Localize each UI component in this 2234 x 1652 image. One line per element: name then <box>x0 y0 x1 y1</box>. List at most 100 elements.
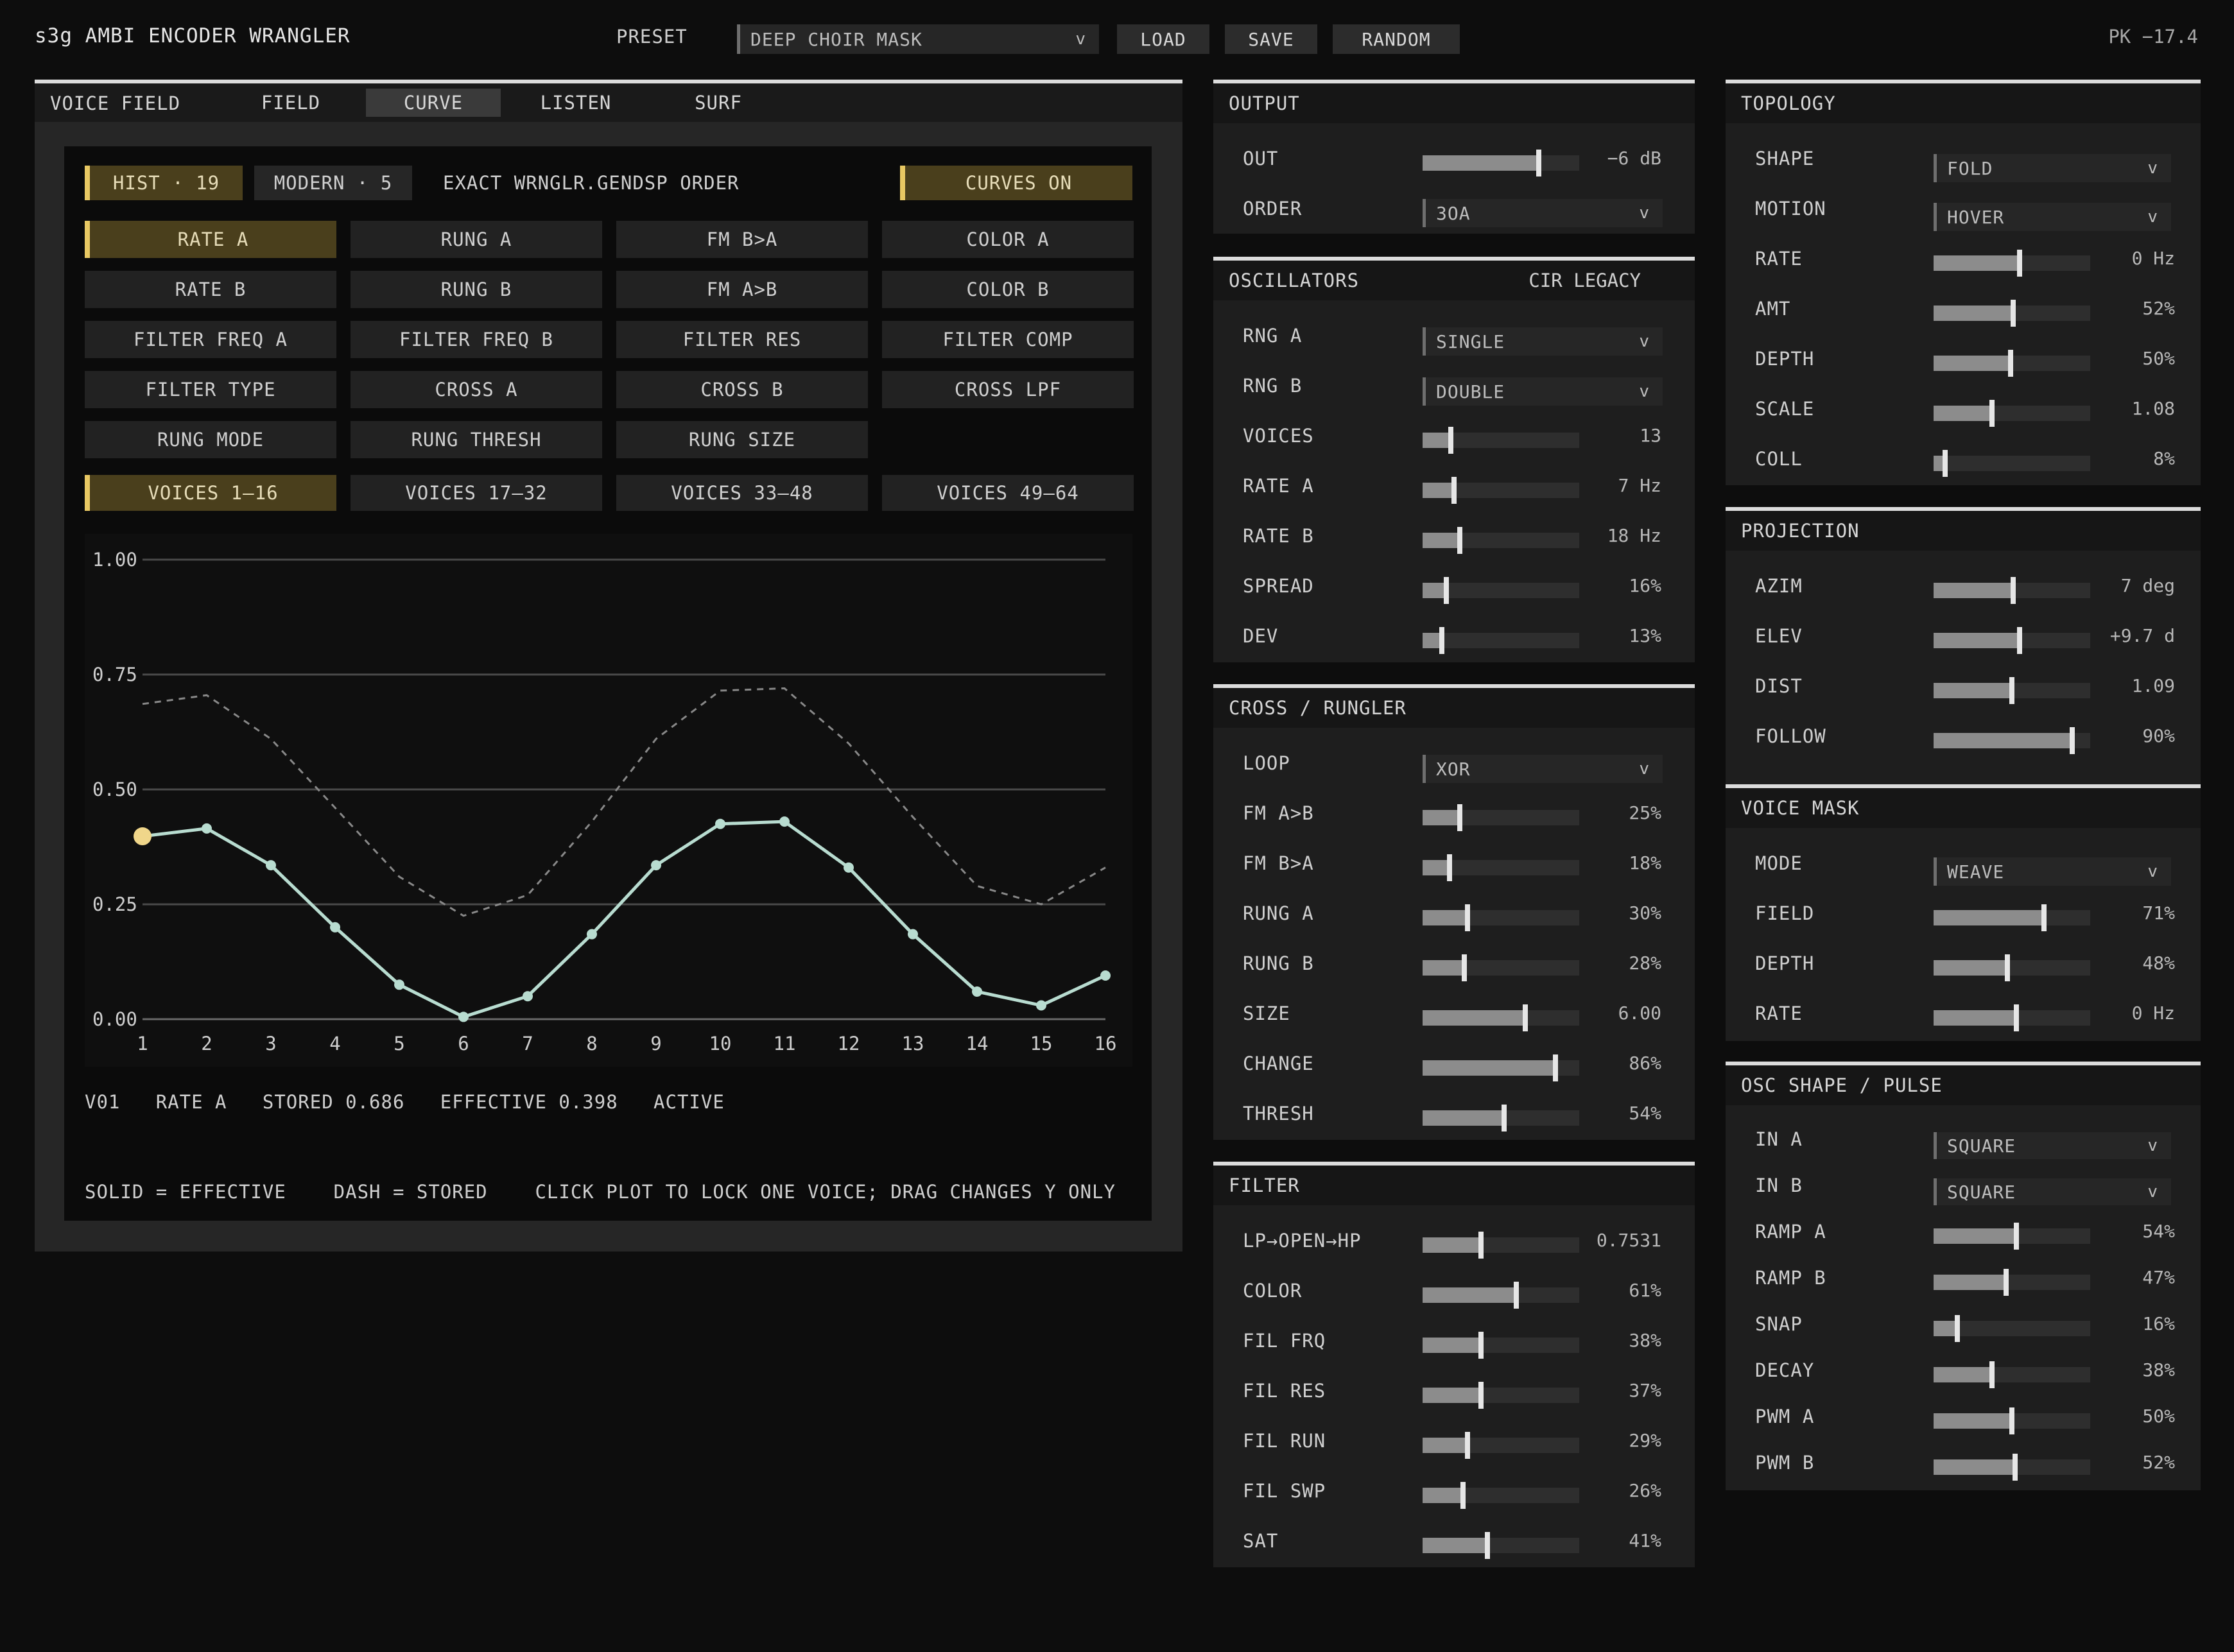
snap-slider[interactable] <box>1934 1315 2090 1342</box>
tab-listen[interactable]: LISTEN <box>508 89 643 117</box>
dist-slider[interactable] <box>1934 677 2090 704</box>
slider-handle[interactable] <box>2011 300 2016 327</box>
rate-slider[interactable] <box>1934 1004 2090 1031</box>
param-cross-lpf[interactable]: CROSS LPF <box>882 371 1134 408</box>
param-color-a[interactable]: COLOR A <box>882 221 1134 258</box>
slider-handle[interactable] <box>1989 1361 1995 1388</box>
voice-point[interactable] <box>394 979 404 990</box>
slider-handle[interactable] <box>2004 1269 2009 1296</box>
depth-slider[interactable] <box>1934 350 2090 377</box>
voice-point[interactable] <box>1100 970 1111 981</box>
in-b-dropdown[interactable]: SQUARE v <box>1934 1178 2171 1205</box>
hist-toggle[interactable]: HIST · 19 <box>85 166 243 200</box>
slider-handle[interactable] <box>1465 1432 1470 1459</box>
depth-slider[interactable] <box>1934 954 2090 981</box>
save-button[interactable]: SAVE <box>1225 24 1317 54</box>
rung-b-slider[interactable] <box>1423 954 1579 981</box>
in-a-dropdown[interactable]: SQUARE v <box>1934 1132 2171 1159</box>
pwm-a-slider[interactable] <box>1934 1407 2090 1434</box>
slider-handle[interactable] <box>2017 250 2022 277</box>
slider-handle[interactable] <box>2011 577 2016 604</box>
rung-a-slider[interactable] <box>1423 904 1579 931</box>
curve-chart[interactable]: 0.000.250.500.751.00 1 2 3 4 5 6 7 8 9 10 11 12 13 14… <box>85 534 1132 1067</box>
slider-handle[interactable] <box>1447 854 1452 881</box>
rate-slider[interactable] <box>1934 250 2090 277</box>
slider-handle[interactable] <box>1460 1482 1466 1509</box>
voice-point[interactable] <box>908 929 918 940</box>
slider-handle[interactable] <box>2041 904 2047 931</box>
param-rung-thresh[interactable]: RUNG THRESH <box>351 421 602 458</box>
tab-field[interactable]: FIELD <box>223 89 358 117</box>
voice-point[interactable] <box>266 860 276 871</box>
fm-a-b-slider[interactable] <box>1423 804 1579 831</box>
slider-handle[interactable] <box>1457 527 1462 554</box>
slider-handle[interactable] <box>1553 1054 1558 1081</box>
color-slider[interactable] <box>1423 1282 1579 1309</box>
param-fm-b-a[interactable]: FM B>A <box>616 221 868 258</box>
mask-mode-dropdown[interactable]: WEAVE v <box>1934 857 2171 886</box>
voice-bank-1[interactable]: VOICES 1–16 <box>85 475 336 511</box>
change-slider[interactable] <box>1423 1054 1579 1081</box>
selected-voice-point[interactable] <box>134 827 152 846</box>
rate-a-slider[interactable] <box>1423 477 1579 504</box>
slider-handle[interactable] <box>1465 904 1470 931</box>
voice-point[interactable] <box>651 860 661 871</box>
slider-handle[interactable] <box>2070 727 2075 754</box>
loop-dropdown[interactable]: XOR v <box>1423 755 1663 783</box>
voice-point[interactable] <box>202 823 212 834</box>
tab-surf[interactable]: SURF <box>651 89 786 117</box>
slider-handle[interactable] <box>1502 1105 1507 1131</box>
sat-slider[interactable] <box>1423 1532 1579 1559</box>
ramp-b-slider[interactable] <box>1934 1269 2090 1296</box>
voice-point[interactable] <box>458 1011 469 1022</box>
slider-handle[interactable] <box>1478 1382 1484 1409</box>
rate-b-slider[interactable] <box>1423 527 1579 554</box>
coll-slider[interactable] <box>1934 450 2090 477</box>
field-slider[interactable] <box>1934 904 2090 931</box>
slider-handle[interactable] <box>1523 1004 1528 1031</box>
param-fm-a-b[interactable]: FM A>B <box>616 271 868 308</box>
slider-handle[interactable] <box>1955 1315 1960 1342</box>
slider-handle[interactable] <box>2009 1407 2014 1434</box>
scale-slider[interactable] <box>1934 400 2090 427</box>
azim-slider[interactable] <box>1934 577 2090 604</box>
slider-handle[interactable] <box>2013 1454 2018 1481</box>
slider-handle[interactable] <box>1536 150 1541 176</box>
param-cross-a[interactable]: CROSS A <box>351 371 602 408</box>
slider-handle[interactable] <box>1444 577 1449 604</box>
param-filter-comp[interactable]: FILTER COMP <box>882 321 1134 358</box>
load-button[interactable]: LOAD <box>1117 24 1209 54</box>
out-slider[interactable] <box>1423 150 1579 176</box>
modern-toggle[interactable]: MODERN · 5 <box>254 166 412 200</box>
thresh-slider[interactable] <box>1423 1105 1579 1131</box>
dev-slider[interactable] <box>1423 627 1579 654</box>
slider-handle[interactable] <box>1989 400 1995 427</box>
fil-run-slider[interactable] <box>1423 1432 1579 1459</box>
param-rung-b[interactable]: RUNG B <box>351 271 602 308</box>
lp-open-hp-slider[interactable] <box>1423 1232 1579 1259</box>
fil-swp-slider[interactable] <box>1423 1482 1579 1509</box>
param-filter-type[interactable]: FILTER TYPE <box>85 371 336 408</box>
slider-handle[interactable] <box>2014 1223 2019 1250</box>
param-filter-freq-b[interactable]: FILTER FREQ B <box>351 321 602 358</box>
oscillator-mode[interactable]: CIR LEGACY <box>1528 270 1641 291</box>
slider-handle[interactable] <box>2017 627 2022 654</box>
rng-b-dropdown[interactable]: DOUBLE v <box>1423 377 1663 406</box>
voice-bank-3[interactable]: VOICES 33–48 <box>616 475 868 511</box>
slider-handle[interactable] <box>1462 954 1467 981</box>
param-rate-b[interactable]: RATE B <box>85 271 336 308</box>
slider-handle[interactable] <box>1514 1282 1519 1309</box>
voice-point[interactable] <box>587 929 597 940</box>
shape-dropdown[interactable]: FOLD v <box>1934 154 2171 182</box>
slider-handle[interactable] <box>1451 477 1457 504</box>
fil-frq-slider[interactable] <box>1423 1332 1579 1359</box>
slider-handle[interactable] <box>1478 1332 1484 1359</box>
rng-a-dropdown[interactable]: SINGLE v <box>1423 327 1663 356</box>
preset-dropdown[interactable]: DEEP CHOIR MASK v <box>737 24 1099 54</box>
ramp-a-slider[interactable] <box>1934 1223 2090 1250</box>
voice-point[interactable] <box>844 862 854 873</box>
tab-curve[interactable]: CURVE <box>366 89 501 117</box>
slider-handle[interactable] <box>1457 804 1462 831</box>
voices-slider[interactable] <box>1423 427 1579 454</box>
param-rung-mode[interactable]: RUNG MODE <box>85 421 336 458</box>
